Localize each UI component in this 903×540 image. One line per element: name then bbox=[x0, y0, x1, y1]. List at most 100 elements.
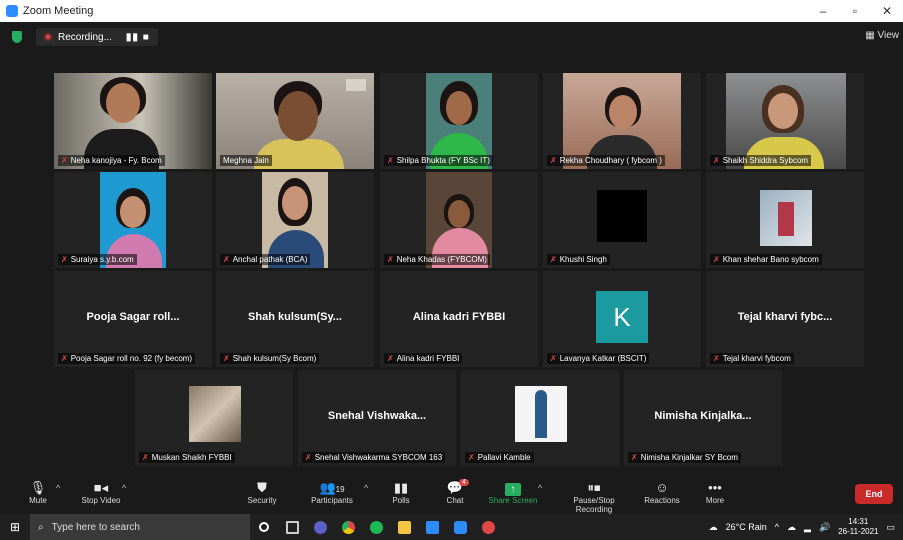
participant-display-name: Tejal kharvi fybc... bbox=[737, 311, 833, 323]
search-icon: ⌕ bbox=[38, 521, 44, 533]
participant-video bbox=[189, 386, 241, 442]
video-off-placeholder bbox=[597, 190, 647, 242]
weather-text[interactable]: 26°C Rain bbox=[726, 522, 767, 532]
audio-options-chevron-icon[interactable]: ^ bbox=[56, 483, 60, 493]
tray-overflow-chevron-icon[interactable]: ^ bbox=[775, 522, 779, 532]
volume-icon[interactable]: 🔊 bbox=[819, 522, 830, 533]
participant-tile[interactable]: ✗ Rekha Choudhary ( fybcom ) bbox=[543, 73, 701, 169]
more-label: More bbox=[705, 496, 725, 505]
reactions-label: Reactions bbox=[644, 496, 680, 505]
network-icon[interactable]: ▂ bbox=[804, 522, 811, 533]
muted-mic-icon: ✗ bbox=[550, 255, 557, 264]
participant-tile[interactable]: ✗ Neha kanojiya - Fy. Bcom bbox=[54, 73, 212, 169]
participant-tile[interactable]: Nimisha Kinjalka... ✗ Nimisha Kinjalkar S… bbox=[624, 370, 782, 466]
participant-tile[interactable]: Shah kulsum(Sy... ✗ Shah kulsum(Sy Bcom) bbox=[216, 271, 374, 367]
meeting-controls-toolbar: 🎙 Mute ^ ■◂ Stop Video ^ ⛊ Security 👥19 … bbox=[0, 477, 903, 514]
participant-tile[interactable]: ✗ Shaikh Shiddra Sybcom bbox=[706, 73, 864, 169]
recorder-app-icon[interactable] bbox=[474, 514, 502, 540]
participant-tile[interactable]: ✗ Neha Khadas (FYBCOM) bbox=[380, 172, 538, 268]
participant-name: ✗ Shah kulsum(Sy Bcom) bbox=[220, 353, 320, 364]
recording-pause-stop-controls[interactable]: ▮▮ ■ bbox=[126, 32, 150, 43]
minimize-button[interactable]: – bbox=[807, 0, 839, 22]
mute-button[interactable]: 🎙 Mute bbox=[3, 480, 73, 505]
grid-icon: ▦ bbox=[865, 30, 878, 41]
participant-display-name: Nimisha Kinjalka... bbox=[654, 410, 752, 422]
muted-mic-icon: ✗ bbox=[305, 453, 312, 462]
participant-tile[interactable]: Snehal Vishwaka... ✗ Snehal Vishwakarma S… bbox=[298, 370, 456, 466]
muted-mic-icon: ✗ bbox=[223, 354, 230, 363]
participant-tile[interactable]: Pooja Sagar roll... ✗ Pooja Sagar roll no… bbox=[54, 271, 212, 367]
muted-mic-icon: ✗ bbox=[142, 453, 149, 462]
participant-name: ✗ Anchal pathak (BCA) bbox=[220, 254, 311, 265]
teams-icon[interactable] bbox=[306, 514, 334, 540]
spotify-icon[interactable] bbox=[362, 514, 390, 540]
end-meeting-button[interactable]: End bbox=[855, 484, 893, 504]
participant-tile[interactable]: ✗ Pallavi Kamble bbox=[461, 370, 619, 466]
participant-name: ✗ Neha kanojiya - Fy. Bcom bbox=[58, 155, 165, 166]
photos-icon[interactable] bbox=[418, 514, 446, 540]
participant-name: ✗ Tejal kharvi fybcom bbox=[710, 353, 794, 364]
onedrive-cloud-icon[interactable]: ☁ bbox=[787, 522, 796, 533]
muted-mic-icon: ✗ bbox=[61, 156, 68, 165]
security-button[interactable]: ⛊ Security bbox=[227, 480, 297, 505]
stop-video-label: Stop Video bbox=[81, 496, 121, 505]
notification-center-icon[interactable]: ▭ bbox=[886, 522, 895, 533]
participant-avatar: K bbox=[596, 291, 648, 343]
recording-label: Recording... bbox=[58, 31, 112, 43]
polls-label: Polls bbox=[392, 496, 410, 505]
participant-video bbox=[515, 386, 567, 442]
muted-mic-icon: ✗ bbox=[387, 354, 394, 363]
video-options-chevron-icon[interactable]: ^ bbox=[122, 483, 126, 493]
view-button[interactable]: ▦ View bbox=[865, 30, 899, 41]
participant-name: ✗ Rekha Choudhary ( fybcom ) bbox=[547, 155, 665, 166]
pause-stop-recording-button[interactable]: ⏸⏹ Pause/Stop Recording bbox=[554, 480, 634, 514]
participant-tile[interactable]: ✗ Muskan Shaikh FYBBI bbox=[135, 370, 293, 466]
shield-icon: ⛊ bbox=[257, 480, 267, 495]
muted-mic-icon: ✗ bbox=[550, 156, 557, 165]
participant-tile-active-speaker[interactable]: Meghna Jain bbox=[216, 73, 374, 169]
windows-start-icon[interactable]: ⊞ bbox=[0, 520, 30, 534]
participant-name: ✗ Shaikh Shiddra Sybcom bbox=[710, 155, 812, 166]
participant-tile[interactable]: Alina kadri FYBBI ✗ Alina kadri FYBBI bbox=[380, 271, 538, 367]
close-button[interactable]: ✕ bbox=[871, 0, 903, 22]
participant-name: ✗ Pooja Sagar roll no. 92 (fy becom) bbox=[58, 353, 196, 364]
participant-tile[interactable]: ✗ Khan shehar Bano sybcom bbox=[706, 172, 864, 268]
window-titlebar: Zoom Meeting – ▫ ✕ bbox=[0, 0, 903, 22]
clock-time: 14:31 bbox=[848, 517, 869, 526]
zoom-taskbar-icon[interactable] bbox=[446, 514, 474, 540]
participant-display-name: Shah kulsum(Sy... bbox=[248, 311, 342, 323]
pause-stop-icon: ⏸⏹ bbox=[587, 480, 601, 495]
participant-name: ✗ Muskan Shaikh FYBBI bbox=[139, 452, 235, 463]
participant-tile[interactable]: ✗ Suraiya s.y.b.com bbox=[54, 172, 212, 268]
chat-unread-badge: 4 bbox=[459, 479, 469, 486]
participant-name: ✗ Khan shehar Bano sybcom bbox=[710, 254, 822, 265]
participant-tile[interactable]: K ✗ Lavanya Katkar (BSCIT) bbox=[543, 271, 701, 367]
participant-display-name: Snehal Vishwaka... bbox=[327, 410, 427, 422]
mute-label: Mute bbox=[29, 496, 47, 505]
more-button[interactable]: ••• More bbox=[680, 480, 750, 505]
participant-video bbox=[760, 190, 812, 246]
participants-button[interactable]: 👥19 Participants bbox=[297, 480, 367, 505]
share-options-chevron-icon[interactable]: ^ bbox=[538, 483, 542, 493]
participant-tile[interactable]: ✗ Khushi Singh bbox=[543, 172, 701, 268]
chrome-icon[interactable] bbox=[334, 514, 362, 540]
participant-tile[interactable]: ✗ Shilpa Bhukta (FY BSc IT) bbox=[380, 73, 538, 169]
windows-taskbar: ⊞ ⌕ Type here to search ☁ 26°C Rain ^ ☁ … bbox=[0, 514, 903, 540]
muted-mic-icon: ✗ bbox=[713, 354, 720, 363]
participant-name: ✗ Neha Khadas (FYBCOM) bbox=[384, 254, 490, 265]
maximize-button[interactable]: ▫ bbox=[839, 0, 871, 22]
participant-tile[interactable]: Tejal kharvi fybc... ✗ Tejal kharvi fybco… bbox=[706, 271, 864, 367]
encryption-shield-icon[interactable] bbox=[12, 31, 22, 43]
participant-tile[interactable]: ✗ Anchal pathak (BCA) bbox=[216, 172, 374, 268]
taskbar-search-box[interactable]: ⌕ Type here to search bbox=[30, 514, 250, 540]
recording-indicator: Recording... ▮▮ ■ bbox=[36, 28, 158, 46]
muted-mic-icon: ✗ bbox=[61, 255, 68, 264]
security-label: Security bbox=[247, 496, 277, 505]
cortana-icon[interactable] bbox=[250, 514, 278, 540]
system-tray: ☁ 26°C Rain ^ ☁ ▂ 🔊 14:31 26-11-2021 ▭ bbox=[709, 514, 903, 540]
chat-label: Chat bbox=[446, 496, 464, 505]
task-view-icon[interactable] bbox=[278, 514, 306, 540]
file-explorer-icon[interactable] bbox=[390, 514, 418, 540]
taskbar-clock[interactable]: 14:31 26-11-2021 bbox=[838, 517, 878, 537]
participant-name: ✗ Alina kadri FYBBI bbox=[384, 353, 463, 364]
